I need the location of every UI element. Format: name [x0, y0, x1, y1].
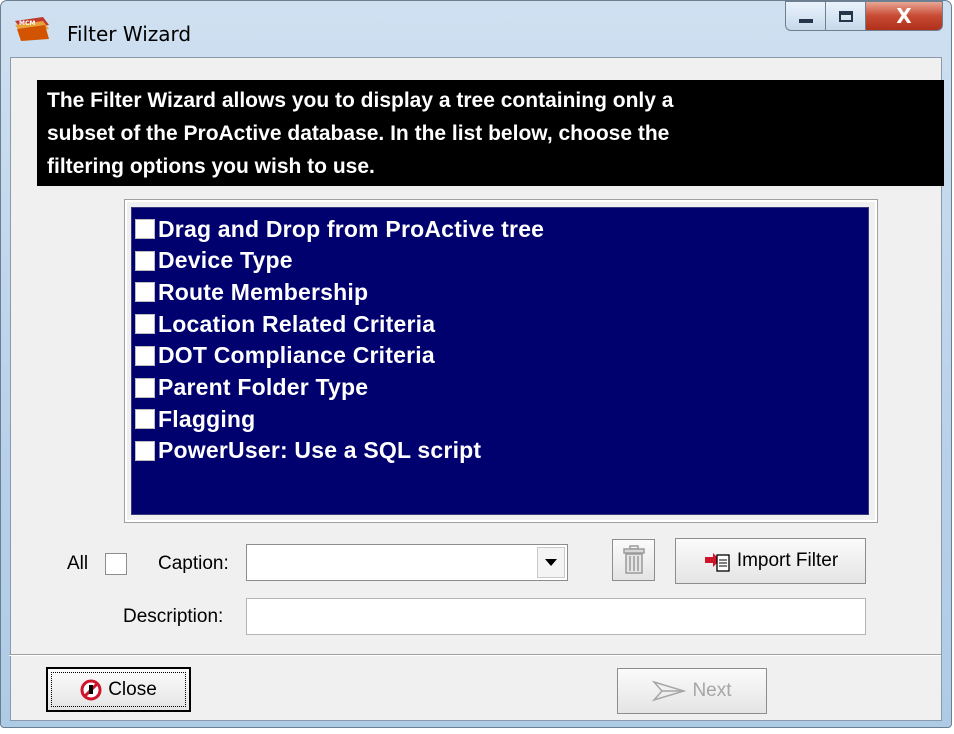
- filter-option-label: Flagging: [158, 405, 256, 432]
- filter-option-row[interactable]: Parent Folder Type: [135, 373, 368, 403]
- next-button[interactable]: Next: [617, 668, 767, 714]
- caption-buttons: X: [785, 1, 943, 31]
- filter-option-row[interactable]: DOT Compliance Criteria: [135, 341, 435, 371]
- filter-option-row[interactable]: Device Type: [135, 246, 293, 276]
- filter-options-list[interactable]: Drag and Drop from ProActive tree Device …: [131, 207, 869, 515]
- filter-option-label: Location Related Criteria: [158, 310, 436, 337]
- filter-option-checkbox[interactable]: [135, 282, 155, 303]
- focus-rectangle: [51, 672, 186, 707]
- chevron-down-icon: [545, 559, 557, 566]
- minimize-button[interactable]: [785, 1, 825, 31]
- all-label: All: [67, 553, 89, 574]
- arrow-right-icon: [652, 678, 687, 704]
- svg-text:MCM: MCM: [19, 20, 35, 27]
- footer-separator: [9, 654, 941, 656]
- banner-line-2: subset of the ProActive database. In the…: [47, 122, 670, 145]
- description-label: Description:: [123, 606, 224, 627]
- maximize-icon: [838, 10, 853, 22]
- banner-line-3: filtering options you wish to use.: [47, 155, 375, 178]
- import-icon: [703, 549, 731, 573]
- window-close-button[interactable]: X: [865, 1, 943, 31]
- filter-option-row[interactable]: Location Related Criteria: [135, 309, 435, 339]
- filter-option-label: Drag and Drop from ProActive tree: [158, 215, 545, 242]
- info-banner: The Filter Wizard allows you to display …: [37, 80, 944, 186]
- filter-option-row[interactable]: Drag and Drop from ProActive tree: [135, 214, 544, 244]
- filter-option-checkbox[interactable]: [135, 250, 155, 271]
- next-label: Next: [692, 680, 732, 701]
- mcm-app-icon: MCM: [15, 17, 49, 41]
- filter-option-label: DOT Compliance Criteria: [158, 342, 435, 369]
- filter-option-row[interactable]: Flagging: [135, 404, 255, 434]
- all-checkbox[interactable]: [105, 553, 127, 575]
- maximize-button[interactable]: [825, 1, 865, 31]
- filter-option-label: Route Membership: [158, 278, 369, 305]
- filter-option-row[interactable]: PowerUser: Use a SQL script: [135, 436, 481, 466]
- filter-option-checkbox[interactable]: [135, 314, 155, 335]
- title-bar[interactable]: MCM Filter Wizard X: [1, 1, 951, 57]
- filter-option-checkbox[interactable]: [135, 219, 155, 239]
- import-filter-button[interactable]: Import Filter: [675, 538, 866, 584]
- close-icon: X: [896, 4, 912, 28]
- filter-option-checkbox[interactable]: [135, 440, 155, 461]
- caption-dropdown-button[interactable]: [537, 547, 565, 578]
- close-button[interactable]: Close: [46, 667, 191, 712]
- window-title: Filter Wizard: [67, 22, 192, 46]
- trash-icon: [622, 545, 645, 574]
- caption-label: Caption:: [158, 553, 229, 574]
- description-field[interactable]: [246, 598, 866, 635]
- caption-combo[interactable]: [246, 544, 568, 581]
- delete-filter-button[interactable]: [612, 539, 655, 581]
- minimize-icon: [798, 19, 813, 23]
- filter-option-label: PowerUser: Use a SQL script: [158, 437, 482, 464]
- filter-option-checkbox[interactable]: [135, 377, 155, 398]
- filter-option-row[interactable]: Route Membership: [135, 277, 368, 307]
- filter-option-checkbox[interactable]: [135, 409, 155, 430]
- filter-option-label: Parent Folder Type: [158, 374, 369, 400]
- banner-line-1: The Filter Wizard allows you to display …: [47, 89, 674, 112]
- import-filter-label: Import Filter: [736, 550, 839, 571]
- filter-option-label: Device Type: [158, 247, 293, 274]
- filter-option-checkbox[interactable]: [135, 345, 155, 366]
